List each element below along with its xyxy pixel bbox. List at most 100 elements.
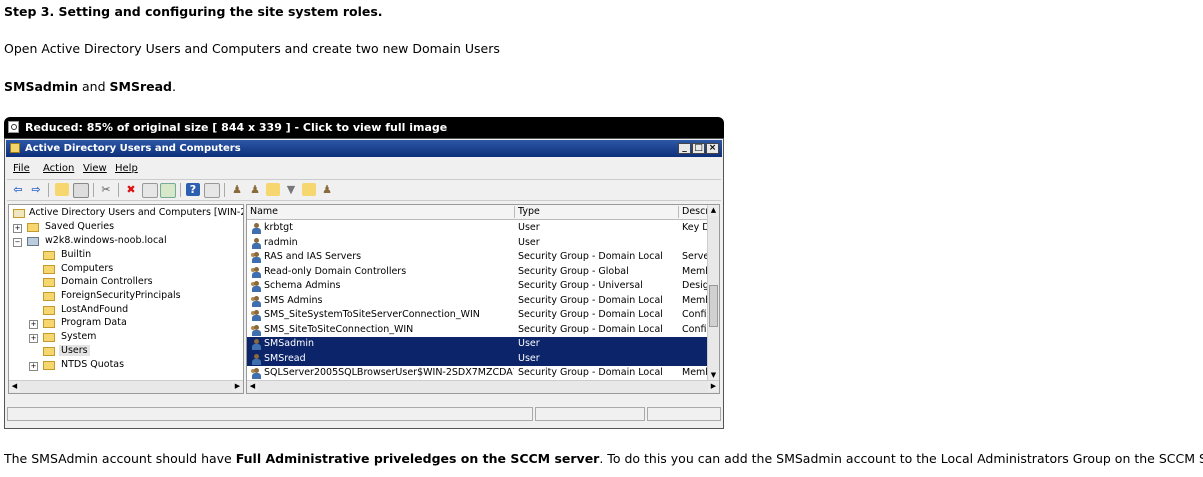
user-names-line: SMSadmin and SMSread. (4, 79, 176, 94)
cell-type: Security Group - Global (518, 265, 629, 277)
cell-type: User (518, 352, 540, 364)
add-to-group-icon[interactable]: ♟ (320, 183, 334, 196)
bottom-text-start: The SMSAdmin account should have (4, 451, 236, 466)
tree-pane: Active Directory Users and Computers [WI… (8, 204, 244, 394)
bottom-text-bold: Full Administrative priveledges on the S… (235, 451, 600, 466)
step-heading: Step 3. Setting and configuring the site… (4, 4, 383, 19)
cell-name: SMSadmin (264, 338, 315, 349)
cell-name: SMSread (264, 352, 306, 364)
window-titlebar: Active Directory Users and Computers _ □… (6, 140, 722, 157)
up-folder-icon[interactable] (55, 183, 69, 196)
table-row[interactable]: SMSread User (247, 351, 709, 366)
table-row[interactable]: SMS_SiteSystemToSiteServerConnection_WIN… (247, 308, 710, 323)
list-vertical-scrollbar[interactable]: ▲ ▼ (707, 205, 719, 381)
cell-desc: Key Di (682, 222, 710, 233)
menu-file[interactable]: File (13, 163, 30, 174)
minimize-button[interactable]: _ (678, 143, 691, 154)
group-icon (251, 295, 261, 307)
cell-desc: Memb (682, 367, 710, 378)
forward-arrow-icon[interactable]: ⇨ (29, 183, 43, 196)
cell-desc: Server (682, 251, 710, 262)
cell-desc: Config (682, 323, 710, 335)
mmc-window: Active Directory Users and Computers _ □… (4, 138, 724, 429)
table-row[interactable]: Read-only Domain Controllers Security Gro… (247, 265, 710, 280)
column-header-row: Name Type Descri (247, 205, 710, 220)
cell-name: SMS Admins (264, 294, 323, 306)
back-arrow-icon[interactable]: ⇦ (11, 183, 25, 196)
cell-desc: Memb (682, 294, 710, 306)
help-icon[interactable]: ? (186, 183, 200, 196)
user-icon (251, 353, 261, 365)
details-pane: Name Type Descri krbtgt User Key Di radmin U… (246, 204, 720, 394)
table-row[interactable]: SMS_SiteToSiteConnection_WIN Security Gro… (247, 323, 710, 338)
table-row[interactable]: SQLServer2005SQLBrowserUser$WIN-2SDX7MZC… (247, 366, 710, 381)
delete-icon[interactable]: ✖ (124, 183, 138, 196)
new-group-icon[interactable]: ♟ (248, 183, 262, 196)
new-ou-icon[interactable] (266, 183, 280, 196)
cut-icon[interactable]: ✂ (99, 183, 113, 196)
list-horizontal-scrollbar[interactable]: ◀ ▶ (247, 380, 719, 393)
cell-type: Security Group - Universal (518, 280, 643, 291)
cell-type: Security Group - Domain Local (518, 323, 663, 335)
cell-type: Security Group - Domain Local (518, 251, 663, 262)
user-icon (251, 339, 261, 350)
user-icon (251, 237, 261, 249)
bottom-text-end: . To do this you can add the SMSadmin ac… (599, 451, 1203, 466)
group-icon (251, 252, 261, 263)
find-icon[interactable] (302, 183, 316, 196)
table-row[interactable]: SMSadmin User (247, 337, 709, 352)
image-caption-bar[interactable]: Reduced: 85% of original size [ 844 x 33… (4, 117, 724, 138)
period: . (172, 79, 176, 94)
magnifier-icon (8, 121, 19, 133)
group-icon (251, 368, 261, 379)
table-row[interactable]: SMS Admins Security Group - Domain Local M… (247, 294, 710, 309)
folder-icon (10, 143, 20, 153)
cell-desc: Design (682, 280, 710, 291)
cell-name: SMS_SiteToSiteConnection_WIN (264, 323, 414, 335)
image-caption[interactable]: Reduced: 85% of original size [ 844 x 33… (25, 121, 447, 134)
group-icon (251, 310, 261, 321)
cell-type: Security Group - Domain Local (518, 367, 663, 378)
group-icon (251, 281, 261, 292)
export-list-icon[interactable] (160, 183, 176, 198)
table-row[interactable]: RAS and IAS Servers Security Group - Doma… (247, 250, 710, 265)
cell-type: User (518, 338, 540, 349)
and-text: and (78, 79, 110, 94)
cell-name: RAS and IAS Servers (264, 251, 362, 262)
menu-help[interactable]: Help (115, 163, 138, 174)
column-description[interactable]: Descri (679, 206, 710, 218)
user-icon (251, 223, 261, 234)
instruction-text: Open Active Directory Users and Computer… (4, 41, 500, 56)
column-type[interactable]: Type (515, 206, 679, 218)
properties-icon[interactable] (142, 183, 158, 198)
admin-instruction: The SMSAdmin account should have Full Ad… (4, 451, 1203, 466)
cell-desc: Config (682, 309, 710, 320)
screenshot-figure[interactable]: Reduced: 85% of original size [ 844 x 33… (4, 117, 724, 429)
maximize-button[interactable]: □ (692, 143, 705, 154)
status-bar (7, 407, 721, 423)
new-user-icon[interactable]: ♟ (230, 183, 244, 196)
close-button[interactable]: × (706, 143, 719, 154)
filter-icon[interactable]: ▼ (284, 183, 298, 196)
cell-name: krbtgt (264, 222, 293, 233)
action-pane-icon[interactable] (204, 183, 220, 198)
tree-horizontal-scrollbar[interactable]: ◀ ▶ (9, 380, 243, 393)
table-row[interactable]: Schema Admins Security Group - Universal D… (247, 279, 710, 294)
cell-name: SMS_SiteSystemToSiteServerConnection_WIN (264, 309, 480, 320)
group-icon (251, 266, 261, 278)
user2-name: SMSread (109, 79, 172, 94)
cell-type: User (518, 222, 540, 233)
menu-action[interactable]: Action (43, 163, 74, 174)
table-row[interactable]: radmin User (247, 236, 709, 251)
menu-view[interactable]: View (83, 163, 107, 174)
cell-name: SQLServer2005SQLBrowserUser$WIN-2SDX7MZC… (264, 367, 514, 378)
cell-type: User (518, 236, 540, 248)
cell-name: Schema Admins (264, 280, 341, 291)
table-row[interactable]: krbtgt User Key Di (247, 221, 710, 236)
show-tree-icon[interactable] (73, 183, 89, 198)
user1-name: SMSadmin (4, 79, 79, 94)
cell-type: Security Group - Domain Local (518, 294, 663, 306)
column-name[interactable]: Name (247, 206, 515, 218)
group-icon (251, 324, 261, 336)
cell-desc: Memb (682, 265, 710, 277)
